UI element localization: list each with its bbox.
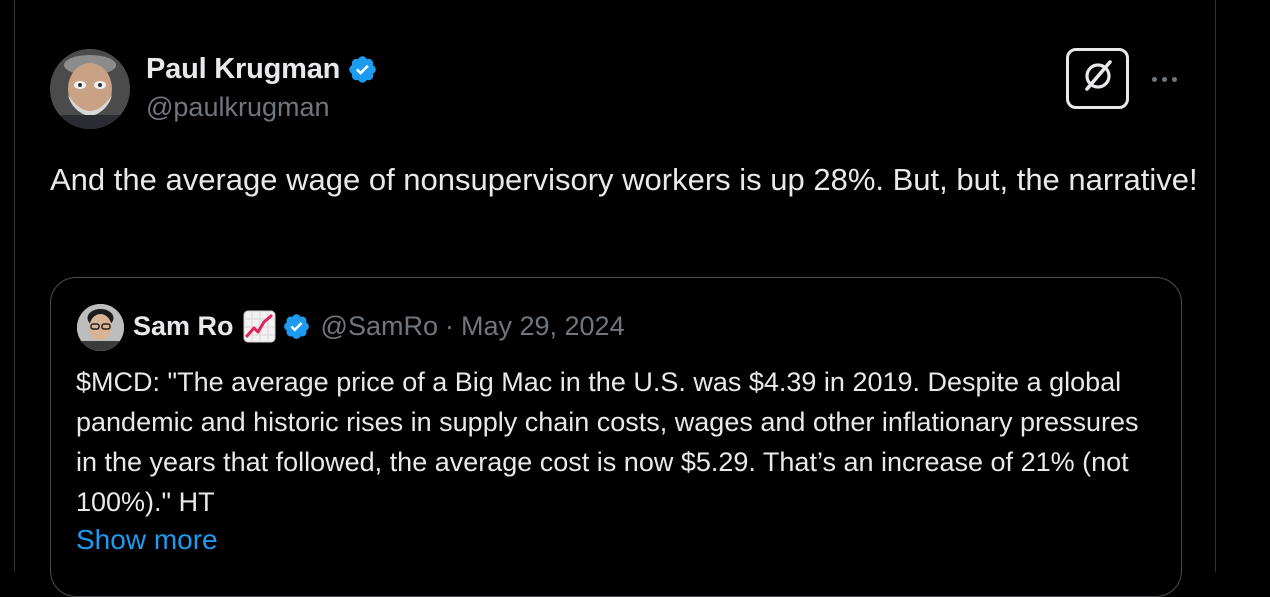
quoted-header[interactable]: Sam Ro @SamRo · May 29, 2024: [133, 308, 625, 344]
author-handle[interactable]: @paulkrugman: [146, 92, 330, 123]
avatar[interactable]: [50, 49, 130, 129]
more-options-button[interactable]: [1144, 64, 1184, 94]
quoted-author-name[interactable]: Sam Ro: [133, 311, 234, 342]
more-icon: [1149, 76, 1179, 82]
author-display-name[interactable]: Paul Krugman: [146, 53, 340, 86]
author-name-row[interactable]: Paul Krugman: [146, 52, 378, 86]
quoted-tweet-card[interactable]: Sam Ro @SamRo · May 29, 2024 $MCD: "The …: [50, 277, 1182, 597]
quoted-tweet-text: $MCD: "The average price of a Big Mac in…: [76, 367, 1139, 517]
chart-increasing-emoji-icon: [243, 310, 276, 343]
column-divider: [14, 0, 15, 572]
show-more-link[interactable]: Show more: [76, 520, 218, 560]
quoted-verified-badge-icon[interactable]: [282, 312, 311, 341]
grok-button[interactable]: [1066, 48, 1129, 109]
verified-badge-icon[interactable]: [347, 54, 378, 85]
tweet-text: And the average wage of nonsupervisory w…: [50, 162, 1198, 197]
quoted-avatar[interactable]: [77, 304, 124, 351]
quoted-author-handle[interactable]: @SamRo: [321, 311, 438, 342]
header-separator: ·: [444, 310, 454, 341]
quoted-timestamp[interactable]: May 29, 2024: [461, 311, 625, 342]
grok-icon: [1078, 56, 1118, 101]
